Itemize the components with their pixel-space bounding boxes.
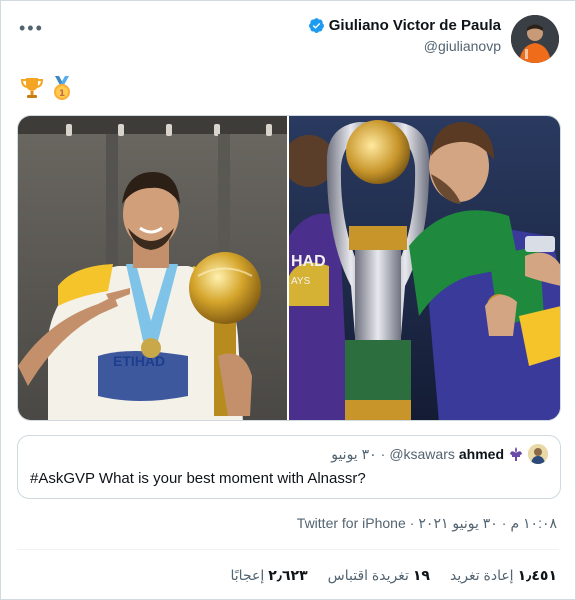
svg-text:AYS: AYS [291,276,311,287]
quotes-count: ١٩ [412,567,430,583]
tweet-date[interactable]: ٣٠ يونيو ٢٠٢١ [418,515,497,532]
svg-text:HAD: HAD [291,253,326,270]
quoted-display-name[interactable]: ahmed [459,446,504,462]
quoted-avatar[interactable] [528,444,548,464]
tweet-header: ••• Giuliano Victor de Paula @giulianovp [17,15,559,65]
quotes-label: تغريدة اقتباس [327,567,409,583]
likes-label: إعجابًا [230,567,265,583]
more-options-icon[interactable]: ••• [19,19,44,37]
retweets-label: إعادة تغريد [449,567,514,583]
author-handle[interactable]: @giulianovp [308,38,501,54]
quoted-tweet[interactable]: ٣٠ يونيو · @ksawars ahmed #AskGVP What i… [17,435,561,499]
photo-player-kissing-trophy[interactable]: HAD AYS [289,116,560,420]
trophy-icon [20,78,44,98]
likes-count: ٢٫٦٢٣ [268,567,308,583]
photo-player-with-trophy[interactable]: ETIHAD [18,116,287,420]
fleur-de-lis-icon [510,447,522,461]
quotes-stat[interactable]: ١٩تغريدة اقتباس [328,567,430,584]
meta-separator-dot: · [409,515,415,531]
author-display-name[interactable]: Giuliano Victor de Paula [329,17,501,34]
tweet-source[interactable]: Twitter for iPhone [297,515,406,532]
divider [17,549,559,550]
quoted-handle[interactable]: @ksawars [389,446,455,462]
meta-separator-dot: · [501,515,507,531]
tweet-text: 1 [19,75,75,101]
author-avatar[interactable] [511,15,559,63]
quoted-tweet-text: #AskGVP What is your best moment with Al… [30,470,366,487]
likes-stat[interactable]: ٢٫٦٢٣إعجابًا [231,567,308,584]
tweet-card: ••• Giuliano Victor de Paula @giulianovp [0,0,576,600]
svg-text:1: 1 [59,89,65,99]
quoted-tweet-header: ٣٠ يونيو · @ksawars ahmed [30,444,548,464]
first-place-medal-icon: 1 [54,76,70,100]
author-block[interactable]: Giuliano Victor de Paula @giulianovp [308,17,501,54]
tweet-meta: Twitter for iPhone · ٣٠ يونيو ٢٠٢١ · ١٠:… [297,515,557,532]
quoted-separator-dot: · [380,446,386,462]
quoted-date[interactable]: ٣٠ يونيو [331,446,376,463]
verified-badge-icon [308,18,324,33]
tweet-stats: ١٫٤٥١إعادة تغريد ١٩تغريدة اقتباس ٢٫٦٢٣إع… [231,567,557,584]
tweet-time[interactable]: ١٠:٠٨ م [510,515,557,532]
tweet-media[interactable]: ETIHAD HAD AYS [17,115,561,421]
retweets-count: ١٫٤٥١ [517,567,557,583]
retweets-stat[interactable]: ١٫٤٥١إعادة تغريد [450,567,557,584]
avatar-image [511,15,559,63]
